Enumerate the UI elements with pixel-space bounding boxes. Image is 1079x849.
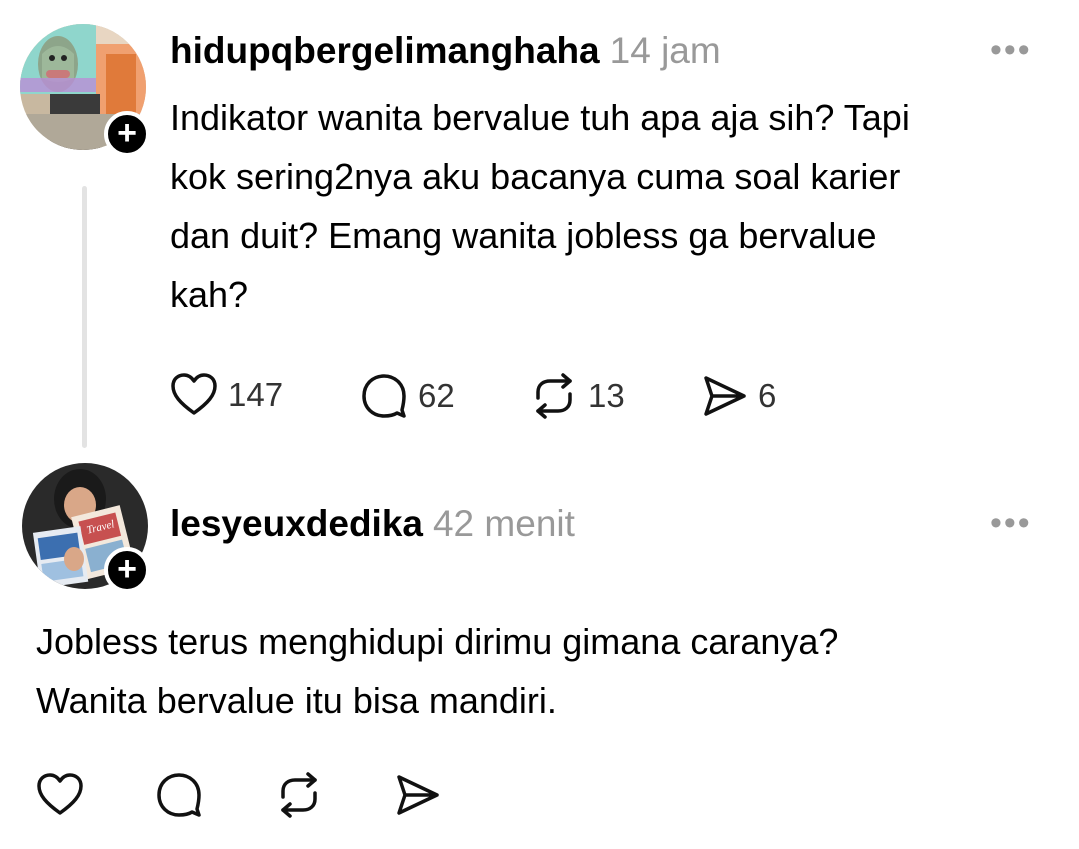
post-header: lesyeuxdedika 42 menit	[170, 503, 575, 545]
repost-arrows-icon	[536, 373, 572, 419]
post-text-line: kah?	[170, 274, 249, 315]
repost-arrows-icon	[281, 772, 317, 818]
send-icon	[704, 376, 746, 416]
reply-count: 62	[418, 377, 455, 414]
post-time: 14 jam	[609, 30, 721, 71]
repost-button[interactable]	[275, 771, 323, 819]
post-text-line: Wanita bervalue itu bisa mandiri.	[36, 680, 557, 721]
post-text-line: dan duit? Emang wanita jobless ga berval…	[170, 215, 877, 256]
like-count: 147	[228, 376, 284, 413]
post-text-line: Indikator wanita bervalue tuh apa aja si…	[170, 97, 910, 138]
reply-button[interactable]	[155, 771, 203, 819]
post-text: Jobless terus menghidupi dirimu gimana c…	[36, 612, 838, 730]
send-icon	[397, 775, 439, 815]
share-button[interactable]: 6	[700, 372, 776, 420]
follow-plus-button[interactable]: +	[104, 547, 150, 593]
speech-bubble-icon	[362, 374, 406, 418]
thread-connector-line	[82, 186, 87, 448]
share-count: 6	[758, 377, 777, 414]
share-button[interactable]	[393, 771, 441, 819]
like-button[interactable]: 147	[170, 372, 283, 418]
reply-button[interactable]: 62	[360, 372, 455, 420]
heart-icon	[37, 773, 83, 815]
repost-button[interactable]: 13	[530, 372, 625, 420]
post-text: Indikator wanita bervalue tuh apa aja si…	[170, 88, 910, 324]
post-time: 42 menit	[432, 503, 575, 544]
username[interactable]: lesyeuxdedika	[170, 503, 423, 544]
follow-plus-button[interactable]: +	[104, 111, 150, 157]
username[interactable]: hidupqbergelimanghaha	[170, 30, 600, 71]
post-header: hidupqbergelimanghaha 14 jam	[170, 30, 721, 72]
speech-bubble-icon	[157, 773, 201, 817]
post-text-line: Jobless terus menghidupi dirimu gimana c…	[36, 621, 839, 662]
like-button[interactable]	[36, 772, 84, 818]
more-dots-icon[interactable]: •••	[990, 33, 1032, 67]
post-text-line: kok sering2nya aku bacanya cuma soal kar…	[170, 156, 901, 197]
more-dots-icon[interactable]: •••	[990, 506, 1032, 540]
repost-count: 13	[588, 377, 625, 414]
heart-icon	[171, 373, 217, 415]
